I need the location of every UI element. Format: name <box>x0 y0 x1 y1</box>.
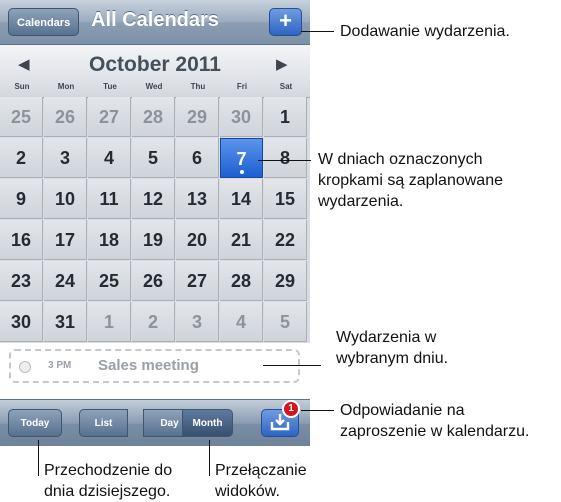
day-cell[interactable]: 11 <box>88 179 131 219</box>
day-cell[interactable]: 23 <box>0 261 43 301</box>
day-cell[interactable]: 3 <box>44 138 87 178</box>
event-list: 3 PM Sales meeting <box>0 343 310 399</box>
callout-line <box>301 31 334 32</box>
weekday-label: Fri <box>236 82 248 91</box>
day-cell[interactable]: 16 <box>0 220 43 260</box>
day-cell[interactable]: 14 <box>220 179 263 219</box>
day-cell[interactable]: 26 <box>44 97 87 137</box>
month-header: ◀ October 2011 ▶ Sun Mon Tue Wed Thu Fri Sat <box>0 45 310 98</box>
selected-day-cell[interactable]: 7 <box>220 138 263 178</box>
day-cell[interactable]: 29 <box>176 97 219 137</box>
day-cell[interactable]: 15 <box>264 179 307 219</box>
day-cell[interactable]: 22 <box>264 220 307 260</box>
event-time: 3 PM <box>48 360 72 371</box>
day-cell[interactable]: 5 <box>132 138 175 178</box>
add-event-button[interactable]: + <box>269 8 302 36</box>
callout-add-event: Dodawanie wydarzenia. <box>340 23 510 40</box>
weekday-label: Sun <box>14 82 30 91</box>
day-cell[interactable]: 18 <box>88 220 131 260</box>
weekday-label: Thu <box>190 82 206 91</box>
callout-views: Przełączanie widoków. <box>215 462 307 500</box>
weekday-label: Wed <box>145 82 163 91</box>
page-title: All Calendars <box>91 9 219 31</box>
day-cell[interactable]: 30 <box>0 302 43 342</box>
callout-today: Przechodzenie do dnia dzisiejszego. <box>44 462 173 500</box>
weekday-label: Tue <box>103 82 117 91</box>
callout-day-events: Wydarzenia w wybranym dniu. <box>336 329 449 367</box>
view-tab-month[interactable]: Month <box>182 409 233 437</box>
callout-line <box>38 440 39 476</box>
bottom-toolbar: Today List Day Month <box>0 399 310 446</box>
day-cell[interactable]: 31 <box>44 302 87 342</box>
callout-line <box>263 365 321 366</box>
day-cell[interactable]: 17 <box>44 220 87 260</box>
day-cell[interactable]: 6 <box>176 138 219 178</box>
nav-bar: Calendars All Calendars + <box>0 0 310 45</box>
day-cell[interactable]: 30 <box>220 97 263 137</box>
day-cell[interactable]: 13 <box>176 179 219 219</box>
callout-line <box>209 440 210 476</box>
weekday-label: Mon <box>57 82 75 91</box>
day-cell[interactable]: 21 <box>220 220 263 260</box>
event-dot-icon <box>240 170 244 174</box>
day-cell[interactable]: 27 <box>176 261 219 301</box>
callout-line <box>301 410 334 411</box>
day-cell[interactable]: 28 <box>132 97 175 137</box>
day-cell[interactable]: 28 <box>220 261 263 301</box>
day-cell[interactable]: 29 <box>264 261 307 301</box>
calendar-color-dot-icon <box>19 361 31 373</box>
day-cell[interactable]: 1 <box>264 97 307 137</box>
day-cell[interactable]: 9 <box>0 179 43 219</box>
day-cell[interactable]: 4 <box>220 302 263 342</box>
invitation-badge: 1 <box>282 400 300 418</box>
event-row[interactable]: 3 PM Sales meeting <box>9 349 300 383</box>
month-title: October 2011 <box>89 53 221 76</box>
view-tab-list[interactable]: List <box>79 409 128 437</box>
callout-invitation: Odpowiadanie na zaproszenie w kalendarzu… <box>340 402 530 440</box>
weekday-label: Sat <box>279 82 293 91</box>
day-cell[interactable]: 19 <box>132 220 175 260</box>
month-grid: 25 26 27 28 29 30 1 2 3 4 5 6 7 8 9 10 11 12 13 14 15 16 17 18 1… <box>0 97 310 343</box>
day-cell[interactable]: 1 <box>88 302 131 342</box>
day-cell[interactable]: 8 <box>264 138 307 178</box>
day-cell[interactable]: 12 <box>132 179 175 219</box>
day-cell[interactable]: 10 <box>44 179 87 219</box>
calendar-app-screen: Calendars All Calendars + ◀ October 2011… <box>0 0 310 446</box>
callout-line <box>258 160 311 161</box>
day-cell[interactable]: 20 <box>176 220 219 260</box>
day-cell[interactable]: 2 <box>132 302 175 342</box>
day-cell[interactable]: 2 <box>0 138 43 178</box>
day-cell[interactable]: 27 <box>88 97 131 137</box>
today-button[interactable]: Today <box>8 409 62 437</box>
day-cell[interactable]: 26 <box>132 261 175 301</box>
callout-dots: W dniach oznaczonych kropkami są zaplano… <box>318 151 503 210</box>
day-cell[interactable]: 25 <box>0 97 43 137</box>
right-triangle-icon[interactable]: ▶ <box>276 55 288 73</box>
day-cell[interactable]: 24 <box>44 261 87 301</box>
day-number: 7 <box>236 149 247 169</box>
event-title: Sales meeting <box>98 357 199 374</box>
day-cell[interactable]: 4 <box>88 138 131 178</box>
day-cell[interactable]: 5 <box>264 302 307 342</box>
day-cell[interactable]: 25 <box>88 261 131 301</box>
day-cell[interactable]: 3 <box>176 302 219 342</box>
